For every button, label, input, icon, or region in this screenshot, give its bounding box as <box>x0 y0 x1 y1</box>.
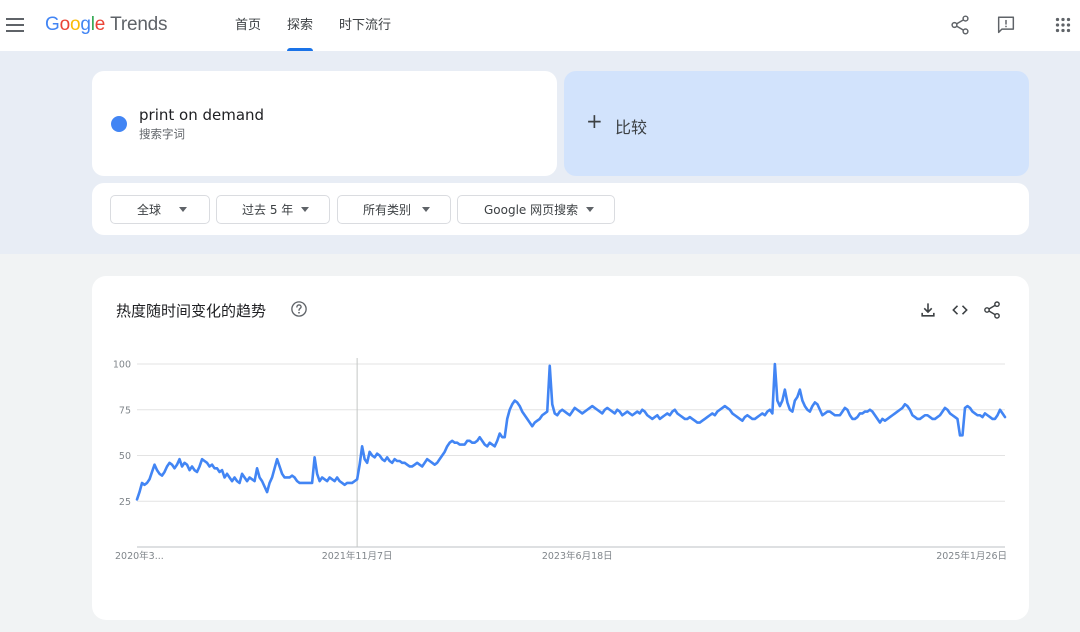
tab-trending-now[interactable]: 时下流行 <box>339 0 391 51</box>
tab-explore[interactable]: 探索 <box>287 0 314 51</box>
y-tick-label: 50 <box>119 451 131 462</box>
main-nav: 首页 探索 时下流行 <box>235 0 417 51</box>
search-term-name[interactable]: print on demand <box>139 106 264 124</box>
logo-product-name: Trends <box>110 14 168 35</box>
tab-home[interactable]: 首页 <box>235 0 261 51</box>
y-tick-label: 25 <box>119 497 131 508</box>
caret-down-icon <box>179 207 188 212</box>
feedback-icon[interactable] <box>995 14 1017 36</box>
interest-over-time-card: 热度随时间变化的趋势 25 50 75 100 2020年3... 2021年11月7日 2… <box>92 276 1029 620</box>
google-trends-logo[interactable]: Google Trends <box>45 14 168 36</box>
search-term-type: 搜索字词 <box>139 127 185 141</box>
time-range-filter-dropdown[interactable]: 过去 5 年 <box>216 195 330 224</box>
region-filter-dropdown[interactable]: 全球 <box>110 195 210 224</box>
search-type-filter-dropdown[interactable]: Google 网页搜索 <box>457 195 615 224</box>
filter-label: Google 网页搜索 <box>484 203 579 217</box>
filter-label: 所有类别 <box>363 203 412 217</box>
compare-button[interactable]: + 比较 <box>564 71 1029 176</box>
filter-label: 过去 5 年 <box>242 203 294 217</box>
y-tick-label: 100 <box>113 360 131 371</box>
logo-letter: e <box>94 14 106 35</box>
category-filter-dropdown[interactable]: 所有类别 <box>337 195 451 224</box>
caret-down-icon <box>586 207 595 212</box>
x-tick-label: 2025年1月26日 <box>936 550 1007 562</box>
apps-grid-icon[interactable] <box>1052 14 1074 36</box>
x-tick-label: 2021年11月7日 <box>322 550 393 562</box>
top-app-bar: Google Trends 首页 探索 时下流行 <box>0 0 1080 51</box>
series-line[interactable] <box>135 362 1007 501</box>
x-tick-label: 2023年6月18日 <box>542 550 613 562</box>
compare-label: 比较 <box>615 118 648 137</box>
plus-icon: + <box>586 109 603 133</box>
filter-bar: 全球 过去 5 年 所有类别 Google 网页搜索 <box>92 183 1029 235</box>
menu-icon[interactable] <box>6 15 24 35</box>
series-color-dot <box>111 116 127 132</box>
caret-down-icon <box>422 207 431 212</box>
line-chart: 25 50 75 100 2020年3... 2021年11月7日 2023年6月18日 20… <box>113 358 1007 562</box>
logo-letter: o <box>59 14 71 35</box>
share-icon[interactable] <box>949 14 971 36</box>
caret-down-icon <box>301 207 310 212</box>
search-term-card[interactable]: print on demand 搜索字词 <box>92 71 557 176</box>
logo-letter: g <box>80 14 91 35</box>
y-tick-label: 75 <box>119 405 131 416</box>
logo-letter: o <box>69 14 81 35</box>
filter-label: 全球 <box>137 203 162 217</box>
x-tick-label: 2020年3... <box>115 550 164 562</box>
logo-letter: G <box>45 14 60 35</box>
